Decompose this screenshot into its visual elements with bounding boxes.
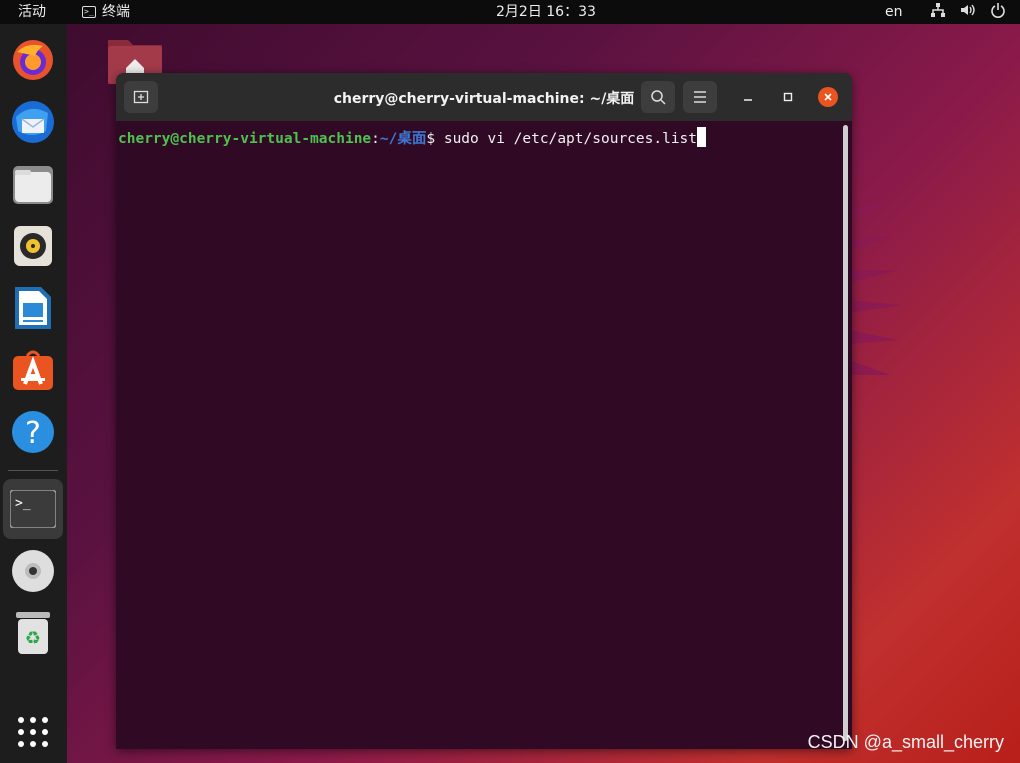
maximize-icon bbox=[783, 92, 793, 102]
language-indicator[interactable]: en bbox=[885, 3, 903, 21]
watermark: CSDN @a_small_cherry bbox=[807, 732, 1004, 752]
dock: ? >_ ♻ bbox=[0, 24, 67, 763]
minimize-button[interactable] bbox=[738, 87, 758, 107]
help-icon[interactable]: ? bbox=[9, 408, 57, 456]
prompt-separator: : bbox=[371, 131, 380, 147]
search-button[interactable] bbox=[641, 81, 675, 113]
svg-text:>_: >_ bbox=[15, 496, 31, 511]
scrollbar[interactable] bbox=[843, 125, 848, 741]
close-icon bbox=[824, 93, 832, 101]
prompt-user: cherry@cherry-virtual-machine bbox=[118, 131, 372, 147]
dock-separator bbox=[8, 470, 58, 471]
text-cursor bbox=[697, 127, 707, 147]
volume-icon bbox=[960, 2, 976, 18]
files-icon[interactable] bbox=[9, 160, 57, 208]
system-tray[interactable] bbox=[930, 2, 1006, 18]
app-menu-label: 终端 bbox=[102, 4, 130, 20]
firefox-icon[interactable] bbox=[9, 36, 57, 84]
terminal-icon[interactable]: >_ bbox=[3, 479, 63, 539]
libreoffice-writer-icon[interactable] bbox=[9, 284, 57, 332]
menu-button[interactable] bbox=[683, 81, 717, 113]
wallpaper-rays bbox=[850, 200, 902, 375]
power-icon bbox=[990, 2, 1006, 18]
show-apps-icon[interactable] bbox=[9, 708, 57, 756]
svg-text:♻: ♻ bbox=[25, 628, 41, 649]
hamburger-icon bbox=[694, 91, 706, 103]
prompt-path: ~/桌面 bbox=[379, 131, 427, 147]
close-button[interactable] bbox=[818, 87, 838, 107]
svg-text:?: ? bbox=[25, 416, 41, 451]
top-bar: 活动 >_ 终端 2月2日 16：33 en bbox=[0, 0, 1020, 24]
app-center-icon[interactable] bbox=[9, 346, 57, 394]
minimize-icon bbox=[744, 99, 752, 101]
dvd-icon[interactable] bbox=[9, 547, 57, 595]
activities-button[interactable]: 活动 bbox=[18, 3, 46, 21]
maximize-button[interactable] bbox=[778, 87, 798, 107]
thunderbird-icon[interactable] bbox=[9, 98, 57, 146]
terminal-small-icon: >_ bbox=[82, 6, 96, 18]
terminal-header[interactable]: cherry@cherry-virtual-machine: ~/桌面 bbox=[116, 73, 852, 121]
terminal-window[interactable]: cherry@cherry-virtual-machine: ~/桌面 cher… bbox=[116, 73, 852, 749]
terminal-content[interactable]: cherry@cherry-virtual-machine:~/桌面$ sudo… bbox=[118, 127, 840, 148]
prompt-symbol: $ bbox=[426, 131, 444, 147]
trash-icon[interactable]: ♻ bbox=[9, 609, 57, 657]
network-icon bbox=[930, 2, 946, 18]
app-menu[interactable]: >_ 终端 bbox=[82, 3, 130, 21]
command-text: sudo vi /etc/apt/sources.list bbox=[443, 131, 698, 147]
search-icon bbox=[651, 90, 666, 105]
clock[interactable]: 2月2日 16：33 bbox=[496, 3, 596, 21]
rhythmbox-icon[interactable] bbox=[9, 222, 57, 270]
